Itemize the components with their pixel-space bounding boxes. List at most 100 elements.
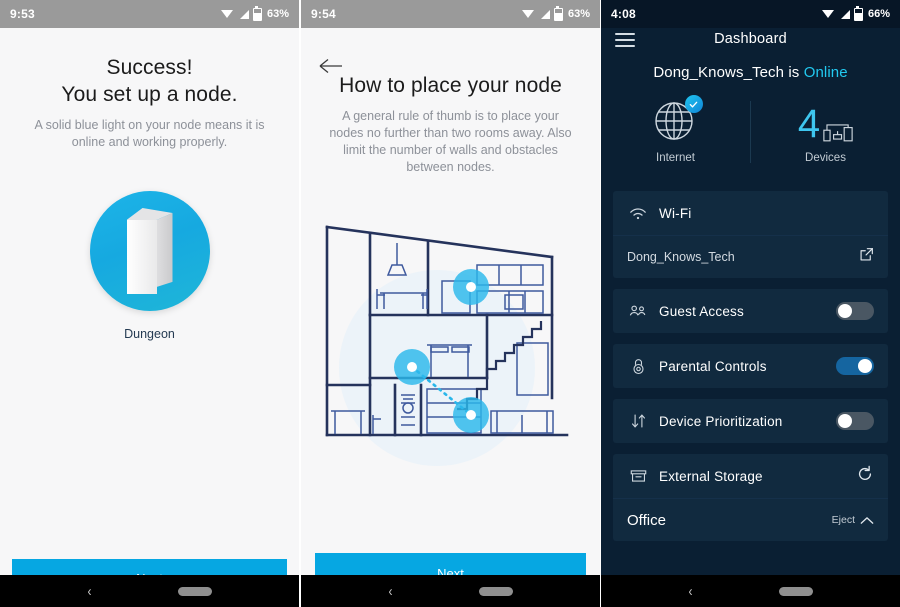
panel-node-placement: 9:54 63% How to place your node A genera… [301, 0, 600, 607]
eject-icon [860, 516, 874, 524]
network-status-prefix: Dong_Knows_Tech is [653, 64, 800, 81]
panel-dashboard: 4:08 66% Dashboard Dong_Knows_Tech is On… [601, 0, 900, 607]
page-title: Dashboard [714, 31, 787, 47]
android-nav-bar: ‹ [601, 575, 900, 607]
toggle-parental-controls[interactable] [836, 357, 874, 375]
toggle-device-prioritization[interactable] [836, 412, 874, 430]
page-title-line1: Success! [106, 56, 193, 79]
signal-icon [539, 9, 550, 19]
wifi-icon [627, 207, 649, 220]
node-side-face [156, 213, 173, 287]
panel-setup-success: 9:53 63% Success! You set up a node. A s… [0, 0, 299, 607]
card-wifi: Wi-Fi Dong_Knows_Tech [613, 191, 888, 278]
android-nav-bar: ‹ [0, 575, 299, 607]
external-link-icon[interactable] [859, 247, 874, 267]
screenshot-root: 9:53 63% Success! You set up a node. A s… [0, 0, 900, 607]
wifi-icon [821, 9, 835, 19]
nav-back-button[interactable]: ‹ [689, 584, 693, 599]
wifi-icon [220, 9, 234, 19]
nav-home-pill[interactable] [779, 586, 813, 596]
node-name-label: Dungeon [124, 327, 175, 341]
refresh-icon[interactable] [856, 465, 874, 488]
toggle-guest-access[interactable] [836, 302, 874, 320]
node-front-face [126, 220, 157, 294]
eject-label: Eject [831, 514, 855, 526]
nav-back-button[interactable]: ‹ [88, 584, 92, 599]
battery-icon [853, 5, 863, 21]
android-nav-bar: ‹ [301, 575, 600, 607]
node-marker-lower-floor [453, 397, 489, 433]
settings-list: Wi-Fi Dong_Knows_Tech Guest Access Paren… [601, 191, 900, 541]
card-external-storage: External Storage Office Eject [613, 454, 888, 541]
node-marker-middle-floor [394, 349, 430, 385]
back-arrow-icon[interactable] [319, 58, 343, 74]
card-device-prioritization: Device Prioritization [613, 399, 888, 443]
devices-icon [823, 124, 853, 142]
status-bar: 4:08 66% [601, 0, 900, 28]
panel-body: Success! You set up a node. A solid blue… [0, 28, 299, 607]
row-label-external-storage: External Storage [659, 468, 763, 484]
row-guest-access[interactable]: Guest Access [613, 289, 888, 333]
internet-status-tile[interactable]: Internet [601, 95, 750, 164]
row-storage-device[interactable]: Office Eject [613, 498, 888, 541]
globe-icon [653, 95, 703, 143]
status-tiles: Internet 4 Devices [601, 95, 900, 183]
eject-button[interactable]: Eject [832, 514, 874, 526]
battery-icon [553, 5, 563, 21]
devices-count-group: 4 [797, 97, 853, 146]
battery-percent: 63% [567, 8, 590, 20]
guests-icon [627, 304, 649, 318]
battery-percent: 66% [867, 8, 890, 20]
row-label-wifi: Wi-Fi [659, 205, 692, 221]
battery-icon [252, 5, 262, 21]
wifi-ssid: Dong_Knows_Tech [627, 250, 735, 264]
network-status-value: Online [803, 64, 848, 81]
dashboard-header: Dashboard [601, 28, 900, 50]
nav-home-pill[interactable] [479, 586, 513, 596]
row-label-guest-access: Guest Access [659, 303, 744, 319]
internet-label: Internet [656, 152, 695, 164]
house-cross-section-diagram [325, 225, 569, 466]
card-guest-access: Guest Access [613, 289, 888, 333]
page-title-line2: You set up a node. [61, 83, 238, 106]
lock-icon [627, 358, 649, 375]
status-bar-time: 9:53 [10, 7, 35, 21]
page-subtitle: A solid blue light on your node means it… [34, 118, 265, 149]
page-subtitle: A general rule of thumb is to place your… [329, 109, 572, 174]
row-wifi[interactable]: Wi-Fi [613, 191, 888, 235]
arrows-updown-icon [627, 413, 649, 429]
node-marker-upper-floor [453, 269, 489, 305]
status-bar: 9:54 63% [301, 0, 600, 28]
network-status: Dong_Knows_Tech is Online [601, 64, 900, 81]
wifi-icon [521, 9, 535, 19]
storage-device-name: Office [627, 511, 666, 529]
signal-icon [839, 9, 850, 19]
battery-percent: 63% [266, 8, 289, 20]
devices-count: 4 [797, 102, 821, 146]
storage-icon [627, 469, 649, 483]
node-illustration-group: Dungeon [0, 191, 299, 341]
row-wifi-ssid[interactable]: Dong_Knows_Tech [613, 235, 888, 278]
nav-home-pill[interactable] [178, 586, 212, 596]
status-bar-icons: 66% [821, 5, 890, 21]
check-badge [684, 95, 703, 113]
devices-status-tile[interactable]: 4 Devices [751, 97, 900, 164]
row-parental-controls[interactable]: Parental Controls [613, 344, 888, 388]
row-device-prioritization[interactable]: Device Prioritization [613, 399, 888, 443]
card-parental-controls: Parental Controls [613, 344, 888, 388]
devices-label: Devices [805, 152, 846, 164]
hamburger-menu-icon[interactable] [615, 33, 635, 47]
panel-body: How to place your node A general rule of… [301, 28, 600, 607]
node-icon [89, 191, 210, 311]
nav-back-button[interactable]: ‹ [389, 584, 393, 599]
row-external-storage[interactable]: External Storage [613, 454, 888, 498]
status-bar-time: 4:08 [611, 7, 636, 21]
status-bar-icons: 63% [521, 5, 590, 21]
status-bar-time: 9:54 [311, 7, 336, 21]
status-bar-icons: 63% [220, 5, 289, 21]
status-bar: 9:53 63% [0, 0, 299, 28]
node-device-graphic [126, 208, 173, 294]
row-label-device-prioritization: Device Prioritization [659, 413, 783, 429]
row-label-parental-controls: Parental Controls [659, 358, 767, 374]
signal-icon [238, 9, 249, 19]
